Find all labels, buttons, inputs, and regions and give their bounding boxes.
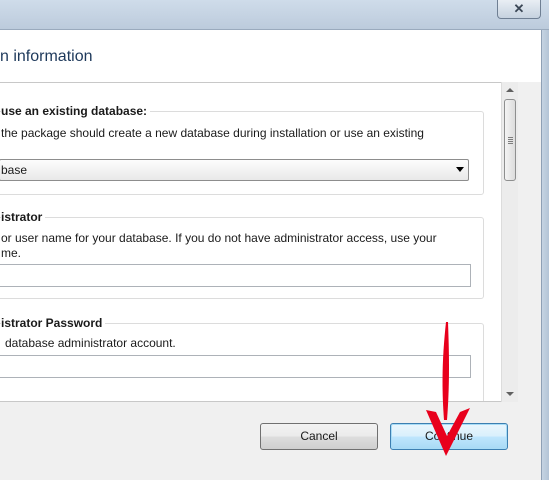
- header-area: n information: [0, 30, 541, 82]
- database-choice-group: use an existing database: the package sh…: [0, 104, 484, 195]
- page-title: n information: [0, 48, 93, 65]
- cancel-button[interactable]: Cancel: [260, 423, 378, 450]
- administrator-password-title: istrator Password: [1, 316, 106, 330]
- administrator-username-input[interactable]: [0, 264, 471, 287]
- administrator-description: or user name for your database. If you d…: [1, 231, 437, 245]
- database-choice-title: use an existing database:: [1, 104, 151, 118]
- scroll-down-arrow-icon[interactable]: [506, 392, 514, 396]
- administrator-group: istrator or user name for your database.…: [0, 210, 484, 299]
- dialog-client-area: n information use an existing database: …: [0, 30, 541, 480]
- administrator-password-group: istrator Password database administrator…: [0, 316, 484, 401]
- database-choice-select[interactable]: base: [0, 159, 469, 181]
- window-titlebar: ✕: [0, 0, 549, 30]
- scrollbar-thumb[interactable]: [504, 99, 516, 181]
- thumb-grip-icon: [508, 137, 513, 144]
- close-icon: ✕: [513, 1, 525, 16]
- chevron-down-icon: [456, 167, 464, 172]
- database-choice-description: the package should create a new database…: [1, 126, 424, 140]
- arrow-head: [426, 408, 470, 456]
- administrator-password-input[interactable]: [0, 355, 471, 378]
- close-window-button[interactable]: ✕: [497, 0, 541, 19]
- window-right-frame: [541, 30, 549, 480]
- scroll-up-arrow-icon[interactable]: [506, 88, 514, 92]
- arrow-shaft: [442, 322, 449, 420]
- administrator-password-description: database administrator account.: [5, 336, 176, 350]
- red-arrow-annotation-icon: [426, 322, 470, 456]
- vertical-scrollbar[interactable]: [501, 82, 518, 402]
- administrator-title: istrator: [1, 210, 46, 224]
- database-choice-select-value: base: [1, 163, 28, 177]
- administrator-description-line2: me.: [1, 246, 22, 260]
